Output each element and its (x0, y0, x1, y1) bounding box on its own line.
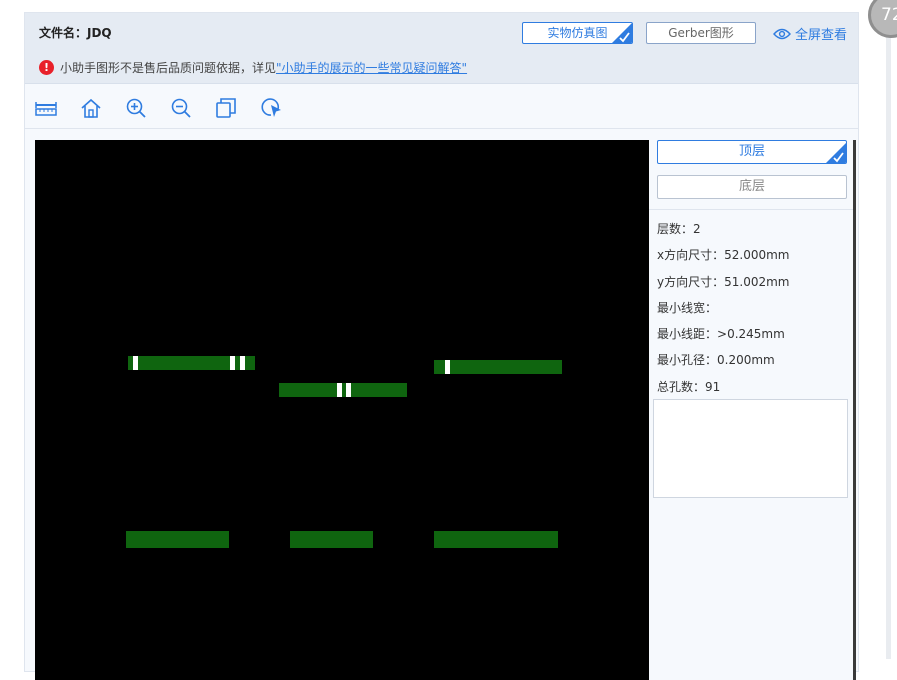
spec-min-spacing: 最小线距：>0.245mm (657, 325, 789, 351)
spec-label: 最小孔径： (657, 353, 718, 368)
spec-label: 层数： (657, 222, 694, 236)
copper-pad (128, 356, 255, 370)
spec-value: 91 (705, 379, 721, 394)
selected-check-icon (826, 143, 846, 163)
page-scroll-strip (862, 0, 897, 659)
fullscreen-button[interactable]: 全屏查看 (773, 24, 847, 43)
home-icon[interactable] (80, 97, 102, 119)
spec-label: x方向尺寸： (657, 248, 725, 263)
bottom-layer-label: 底层 (738, 179, 765, 194)
pcb-preview-canvas[interactable] (35, 140, 649, 680)
top-layer-button[interactable]: 顶层 (657, 140, 847, 164)
drill-slot (346, 383, 351, 397)
notice-bar: ! 小助手图形不是售后品质问题依据，详见 "小助手的展示的一些常见疑问解答" (39, 59, 467, 76)
layer-info-panel: 顶层 底层 层数：2 x方向尺寸：52.000mm y方向尺寸：51.002mm… (649, 140, 856, 680)
real-view-button[interactable]: 实物仿真图 (522, 22, 633, 44)
gerber-view-button[interactable]: Gerber图形 (646, 22, 756, 44)
view-toolbar (25, 85, 858, 129)
spec-y-size: y方向尺寸：51.002mm (657, 273, 789, 299)
drill-slot (230, 356, 235, 370)
drill-slot (337, 383, 342, 397)
notice-text: 小助手图形不是售后品质问题依据，详见 (60, 61, 277, 75)
drill-slot (445, 360, 450, 374)
drill-slot (240, 356, 245, 370)
spec-value: 52.000mm (724, 248, 790, 263)
spec-min-width: 最小线宽： (657, 299, 789, 325)
spec-label: 最小线宽： (657, 300, 718, 315)
viewer-panel: 文件名：JDQ 实物仿真图 Gerber图形 全屏查看 ! 小助手图形不是售后品… (24, 12, 859, 680)
spec-layers: 层数：2 (657, 220, 789, 246)
top-layer-label: 顶层 (738, 144, 765, 159)
selected-check-icon (612, 23, 632, 43)
drill-slot (133, 356, 138, 370)
copper-pad (434, 360, 562, 374)
spec-label: 最小线距： (657, 327, 718, 342)
spec-value: 2 (693, 222, 701, 236)
spec-label: 总孔数： (657, 379, 706, 394)
notes-box (653, 399, 848, 498)
gerber-view-label: Gerber图形 (668, 26, 734, 40)
copper-pad (290, 531, 373, 548)
scrollbar-track[interactable] (886, 0, 891, 659)
spec-label: y方向尺寸： (657, 274, 725, 289)
board-specs: 层数：2 x方向尺寸：52.000mm y方向尺寸：51.002mm 最小线宽：… (657, 220, 789, 404)
faq-link[interactable]: "小助手的展示的一些常见疑问解答" (276, 59, 467, 76)
zoom-out-icon[interactable] (170, 97, 192, 119)
zoom-in-icon[interactable] (125, 97, 147, 119)
file-name-label: 文件名：JDQ (39, 26, 112, 40)
warning-icon: ! (39, 60, 54, 75)
copper-pad (126, 531, 229, 548)
copper-pad (434, 531, 558, 548)
viewer-header: 文件名：JDQ 实物仿真图 Gerber图形 全屏查看 ! 小助手图形不是售后品… (25, 13, 858, 84)
divider (649, 209, 853, 210)
spec-value: 51.002mm (724, 274, 790, 289)
eye-icon (773, 28, 791, 39)
spec-value: >0.245mm (717, 327, 785, 342)
spec-value: 0.200mm (717, 353, 775, 368)
copper-pad (279, 383, 407, 397)
bottom-layer-button[interactable]: 底层 (657, 175, 847, 199)
spec-x-size: x方向尺寸：52.000mm (657, 246, 789, 272)
real-view-label: 实物仿真图 (547, 26, 608, 40)
copy-icon[interactable] (215, 97, 237, 119)
spec-min-hole: 最小孔径：0.200mm (657, 351, 789, 377)
pointer-icon[interactable] (261, 97, 283, 119)
fullscreen-label: 全屏查看 (795, 28, 848, 43)
ruler-icon[interactable] (35, 97, 57, 119)
